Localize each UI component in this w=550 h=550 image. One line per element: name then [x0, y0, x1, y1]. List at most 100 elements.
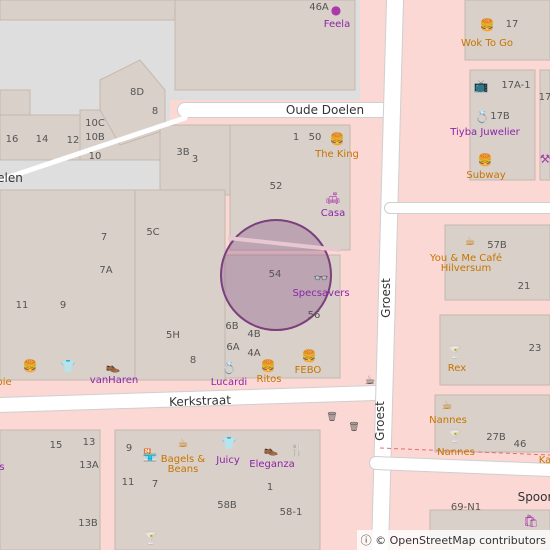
poi-label-febo[interactable]: FEBO: [295, 366, 322, 376]
optician-icon[interactable]: 👓: [314, 272, 329, 284]
waste-basket-icon[interactable]: 🗑: [326, 413, 337, 423]
jewelry-icon[interactable]: 💍: [475, 111, 490, 123]
television-icon[interactable]: 📺: [474, 80, 489, 92]
house-number: 17: [538, 92, 550, 103]
bar-icon[interactable]: 🍸: [448, 346, 463, 358]
poi-label-subway[interactable]: Subway: [466, 171, 505, 181]
jewelry-icon[interactable]: 💍: [222, 362, 237, 374]
house-number: 5C: [146, 227, 160, 238]
house-number: 23: [528, 343, 542, 354]
house-number: 7A: [99, 265, 113, 276]
poi-label-nannes[interactable]: Nannes: [437, 448, 475, 458]
restaurant-icon[interactable]: 🍴: [290, 444, 305, 456]
bar-icon[interactable]: 🍸: [144, 532, 159, 544]
house-number: 52: [269, 181, 283, 192]
poi-label-eleganza[interactable]: Eleganza: [249, 460, 294, 470]
house-number: 17: [505, 19, 519, 30]
cafe-icon[interactable]: ☕: [442, 399, 453, 411]
clothes-icon[interactable]: 👕: [61, 360, 76, 372]
map-canvas[interactable]: Oude Doelen Kerkstraat Groest Groest ele…: [0, 0, 550, 550]
info-icon: ⓘ: [360, 534, 372, 547]
poi-label-you-and-me[interactable]: You & Me Café Hilversum: [416, 254, 516, 274]
poi-label-juicy[interactable]: Juicy: [216, 456, 239, 466]
house-number: 16: [5, 134, 19, 145]
street-label-elen: elen: [0, 171, 23, 185]
poi-label-lucardi[interactable]: Lucardi: [211, 378, 247, 388]
house-number: 50: [308, 132, 322, 143]
poi-label-pie[interactable]: pie: [0, 378, 12, 388]
shoes-icon[interactable]: 👞: [264, 443, 279, 455]
fastfood-icon[interactable]: 🍔: [302, 350, 317, 362]
house-number: 7: [100, 232, 108, 243]
street-label-kerkstraat: Kerkstraat: [168, 392, 232, 410]
poi-label-casa[interactable]: Casa: [321, 209, 345, 219]
house-number: 13A: [79, 460, 99, 471]
house-number: 56: [307, 310, 321, 321]
house-number: 27B: [486, 432, 506, 443]
house-number: 9: [59, 300, 67, 311]
bar-icon[interactable]: 🍸: [448, 430, 463, 442]
poi-label-ritos[interactable]: Ritos: [257, 375, 282, 385]
fastfood-icon[interactable]: 🍔: [261, 360, 276, 372]
house-number: 6A: [226, 342, 240, 353]
fastfood-icon[interactable]: 🍔: [330, 133, 345, 145]
fastfood-icon[interactable]: 🍔: [478, 154, 493, 166]
poi-label-nannes[interactable]: Nannes: [429, 416, 467, 426]
house-number: 1: [266, 482, 274, 493]
house-number: 13B: [78, 518, 98, 529]
street-label-groest-lower: Groest: [373, 401, 387, 441]
cafe-icon[interactable]: ☕: [178, 437, 189, 449]
poi-label-vanharen[interactable]: vanHaren: [90, 376, 138, 386]
shoes-icon[interactable]: 👞: [106, 360, 121, 372]
street-label-oude-doelen: Oude Doelen: [285, 103, 365, 117]
house-number: 7: [151, 479, 159, 490]
house-number: 12: [66, 135, 80, 146]
house-number: 14: [35, 134, 49, 145]
shop-dot-icon[interactable]: ●: [331, 4, 341, 16]
house-number: 17A-1: [501, 80, 531, 91]
poi-label-s[interactable]: s: [0, 463, 5, 473]
house-number: 4A: [247, 348, 261, 359]
house-number: 9: [125, 443, 133, 454]
street-label-groest-upper: Groest: [379, 278, 393, 318]
clothes-icon[interactable]: 👕: [222, 437, 237, 449]
furniture-icon[interactable]: 🛋: [325, 192, 340, 204]
house-number: 5H: [166, 330, 180, 341]
house-number: 15: [49, 440, 63, 451]
poi-label-wok-to-go[interactable]: Wok To Go: [457, 39, 517, 49]
street-label-spoor: Spoor: [517, 490, 550, 504]
poi-label-bagels-and-beans[interactable]: Bagels & Beans: [153, 455, 213, 475]
house-number: 10B: [85, 132, 105, 143]
waste-basket-icon[interactable]: 🗑: [348, 423, 359, 433]
poi-label-rex[interactable]: Rex: [448, 364, 466, 374]
fastfood-icon[interactable]: 🍔: [480, 19, 495, 31]
house-number: 11: [15, 300, 29, 311]
house-number: 8D: [129, 87, 145, 98]
house-number: 46A: [309, 2, 329, 13]
poi-label-the-king[interactable]: The King: [315, 150, 359, 160]
house-number: 8: [189, 355, 197, 366]
cafe-icon[interactable]: ☕: [465, 235, 476, 247]
house-number: 54: [268, 269, 282, 280]
house-number: 11: [121, 477, 135, 488]
shop-icon[interactable]: 🛍: [523, 515, 538, 527]
fastfood-icon[interactable]: 🍔: [23, 360, 38, 372]
house-number: 46: [513, 439, 527, 450]
poi-label-tiyba-juwelier[interactable]: Tiyba Juwelier: [450, 128, 520, 138]
poi-label-specsavers[interactable]: Specsavers: [292, 289, 349, 299]
house-number: 6B: [225, 321, 239, 332]
house-number: 57B: [487, 240, 507, 251]
house-number: 3B: [176, 147, 190, 158]
house-number: 4B: [247, 329, 261, 340]
poi-label-ka[interactable]: Ka: [539, 456, 550, 466]
poi-label-feela[interactable]: Feela: [324, 20, 350, 30]
house-number: 8: [151, 106, 159, 117]
house-number: 10C: [85, 118, 105, 129]
house-number: 13: [82, 437, 96, 448]
shop-icon[interactable]: ⚒: [540, 153, 550, 165]
map-attribution[interactable]: ⓘ © OpenStreetMap contributors: [356, 530, 550, 550]
house-number: 10: [88, 151, 102, 162]
house-number: 69-N1: [450, 502, 482, 513]
attribution-text[interactable]: © OpenStreetMap contributors: [375, 534, 546, 547]
cafe-outdoor-icon[interactable]: ☕: [365, 374, 376, 386]
